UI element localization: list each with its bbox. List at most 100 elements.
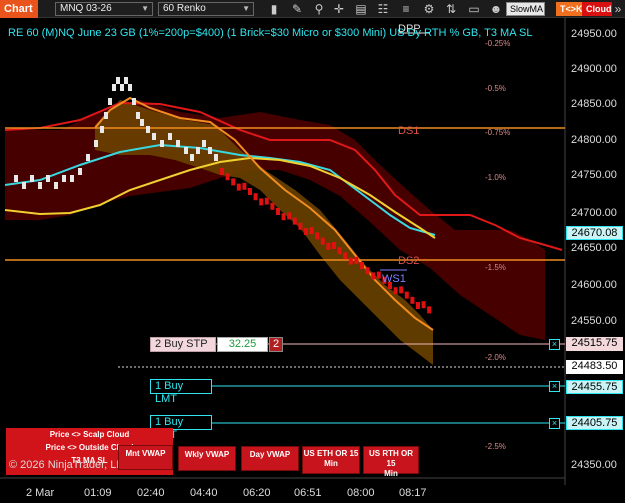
renko-brick bbox=[152, 133, 156, 140]
renko-brick bbox=[136, 112, 140, 119]
buy-stop-order-label[interactable]: 2 Buy STP bbox=[150, 337, 216, 352]
y-tick-label: 24850.00 bbox=[571, 98, 617, 110]
x-tick-label: 02:40 bbox=[137, 487, 165, 499]
renko-brick bbox=[54, 182, 58, 189]
x-tick-label: 06:51 bbox=[294, 487, 322, 499]
y-tick-label: 24650.00 bbox=[571, 242, 617, 254]
renko-brick bbox=[404, 291, 409, 299]
day-vwap-button[interactable]: Day VWAP bbox=[241, 446, 299, 471]
renko-brick bbox=[22, 182, 26, 189]
renko-brick bbox=[108, 98, 112, 105]
trade-icon[interactable]: ⇅ bbox=[443, 1, 459, 17]
bar-style-icon[interactable]: ▮ bbox=[266, 1, 282, 17]
bar-type-selector[interactable]: 60 Renko ▼ bbox=[158, 2, 254, 16]
zoom-icon[interactable]: ⚲ bbox=[311, 1, 327, 17]
buy-stop-order-qty[interactable]: 2 bbox=[269, 337, 283, 352]
renko-brick bbox=[270, 202, 275, 210]
ws1-label: WS1 bbox=[382, 273, 406, 285]
pencil-icon[interactable]: ✎ bbox=[289, 1, 305, 17]
renko-brick bbox=[309, 227, 314, 235]
renko-brick bbox=[287, 212, 292, 220]
us-eth-or-button[interactable]: US ETH OR 15 Min bbox=[302, 446, 360, 474]
button-label: Day VWAP bbox=[249, 450, 291, 459]
wkly-vwap-button[interactable]: Wkly VWAP bbox=[178, 446, 236, 471]
y-tick-label: 24950.00 bbox=[571, 28, 617, 40]
renko-brick bbox=[326, 242, 331, 250]
instrument-label: MNQ 03-26 bbox=[60, 3, 112, 14]
renko-brick bbox=[332, 242, 336, 249]
renko-brick bbox=[365, 267, 370, 275]
renko-brick bbox=[202, 140, 206, 147]
us-rth-or-button[interactable]: US RTH OR 15 Min bbox=[363, 446, 419, 478]
renko-brick bbox=[38, 182, 42, 189]
renko-brick bbox=[393, 287, 398, 295]
window-icon[interactable]: ▭ bbox=[466, 1, 482, 17]
y-tick-label: 24550.00 bbox=[571, 315, 617, 327]
renko-brick bbox=[231, 178, 236, 186]
pct-label: -0.75% bbox=[485, 128, 510, 137]
renko-brick bbox=[184, 147, 188, 154]
properties-icon[interactable]: ⚙ bbox=[421, 1, 437, 17]
y-tick-label: 24600.00 bbox=[571, 279, 617, 291]
chevron-down-icon: ▼ bbox=[242, 4, 250, 13]
price-tag-lmt2: 24405.75 bbox=[566, 416, 623, 430]
renko-brick bbox=[120, 84, 124, 91]
renko-brick bbox=[196, 147, 200, 154]
x-tick-label: 01:09 bbox=[84, 487, 112, 499]
user-icon[interactable]: ☻ bbox=[488, 1, 504, 17]
x-tick-label: 04:40 bbox=[190, 487, 218, 499]
renko-brick bbox=[70, 175, 74, 182]
renko-brick bbox=[360, 262, 364, 269]
chart-toolbar: Chart MNQ 03-26 ▼ 60 Renko ▼ ▮ ✎ ⚲ ✛ ▤ ☷… bbox=[0, 0, 625, 18]
renko-brick bbox=[304, 228, 308, 235]
buy-stop-order-value[interactable]: 32.25 bbox=[217, 337, 268, 352]
chart-title: RE 60 (M)NQ June 23 GB (1%=200p=$400) (1… bbox=[8, 27, 532, 39]
button-label: Wkly VWAP bbox=[184, 450, 230, 459]
renko-brick bbox=[104, 112, 108, 119]
renko-brick bbox=[264, 197, 269, 205]
x-tick-label: 06:20 bbox=[243, 487, 271, 499]
renko-brick bbox=[132, 98, 136, 105]
price-tag-stop: 24515.75 bbox=[566, 337, 623, 351]
renko-brick bbox=[214, 154, 218, 161]
renko-brick bbox=[276, 208, 280, 215]
red-cloud bbox=[5, 100, 545, 340]
renko-brick bbox=[160, 140, 164, 147]
renko-brick bbox=[176, 140, 180, 147]
renko-brick bbox=[343, 252, 348, 260]
pct-label: -1.0% bbox=[485, 173, 506, 182]
y-tick-label: 24800.00 bbox=[571, 134, 617, 146]
crosshair-icon[interactable]: ✛ bbox=[331, 1, 347, 17]
more-icon[interactable]: » bbox=[611, 1, 625, 17]
cloud-button[interactable]: Cloud bbox=[582, 2, 612, 16]
renko-brick bbox=[190, 154, 194, 161]
indicator-icon[interactable]: ≡ bbox=[398, 1, 414, 17]
copyright: © 2026 NinjaTrader, LLC bbox=[9, 459, 131, 471]
renko-brick bbox=[220, 168, 224, 175]
close-icon[interactable]: × bbox=[549, 381, 560, 392]
template-icon[interactable]: ▤ bbox=[353, 1, 369, 17]
tck-button[interactable]: T<>K bbox=[556, 2, 583, 16]
renko-brick bbox=[168, 133, 172, 140]
ds2-label: DS2 bbox=[398, 255, 419, 267]
mnt-vwap-button[interactable]: Mnt VWAP bbox=[118, 445, 173, 470]
pct-label: -2.5% bbox=[485, 442, 506, 451]
renko-brick bbox=[100, 126, 104, 133]
close-icon[interactable]: × bbox=[549, 339, 560, 350]
renko-brick bbox=[116, 77, 120, 84]
close-icon[interactable]: × bbox=[549, 418, 560, 429]
bar-type-label: 60 Renko bbox=[163, 3, 206, 14]
renko-brick bbox=[427, 306, 432, 314]
slowma-button[interactable]: SlowMA bbox=[506, 2, 545, 16]
buy-limit-order-1[interactable]: 1 Buy LMT bbox=[150, 379, 212, 405]
button-label: Min bbox=[384, 469, 398, 478]
renko-brick bbox=[371, 272, 376, 280]
x-tick-label: 08:17 bbox=[399, 487, 427, 499]
renko-brick bbox=[124, 77, 128, 84]
strategy-icon[interactable]: ☷ bbox=[375, 1, 391, 17]
button-label: US ETH OR 15 bbox=[303, 449, 359, 458]
instrument-selector[interactable]: MNQ 03-26 ▼ bbox=[55, 2, 153, 16]
renko-brick bbox=[292, 217, 297, 225]
chart-tab[interactable]: Chart bbox=[0, 0, 38, 18]
price-tag-last: 24483.50 bbox=[566, 360, 623, 374]
